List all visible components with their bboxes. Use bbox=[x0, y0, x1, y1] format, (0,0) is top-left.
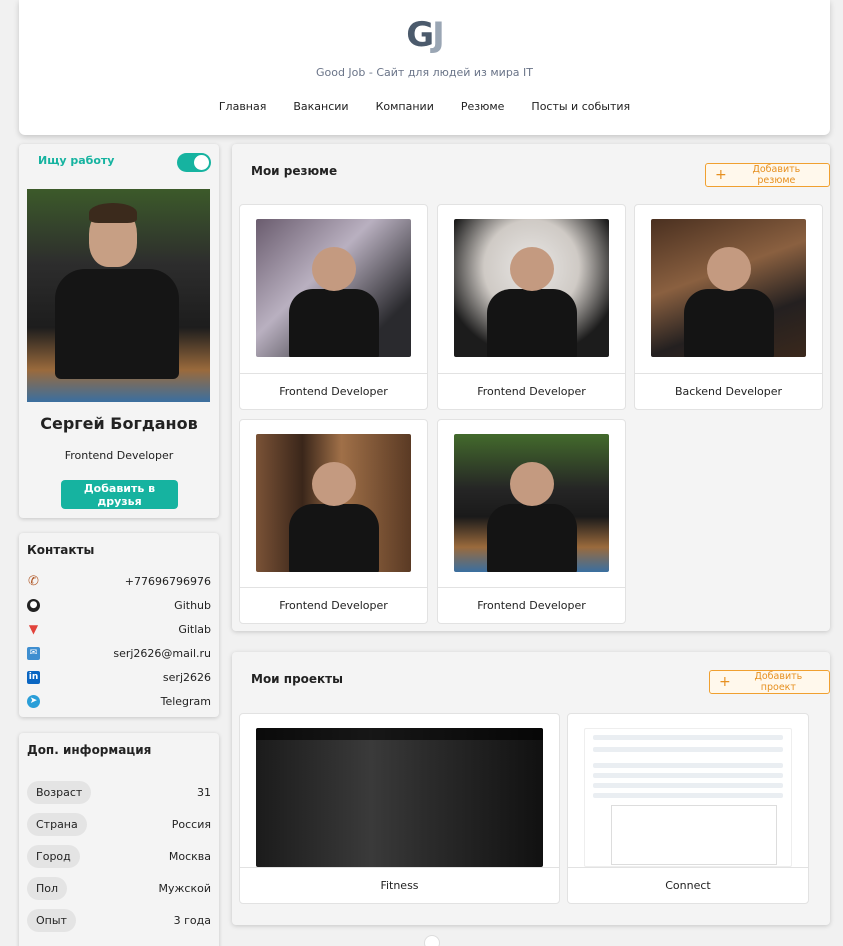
telegram-link[interactable]: Telegram bbox=[161, 695, 211, 708]
gitlab-icon: ▼ bbox=[28, 622, 39, 636]
nav-vacancies[interactable]: Вакансии bbox=[293, 100, 348, 113]
resume-title: Frontend Developer bbox=[438, 587, 625, 623]
avatar bbox=[27, 189, 210, 402]
project-screenshot bbox=[584, 728, 792, 867]
contact-telegram: ➤ Telegram bbox=[27, 693, 211, 709]
contact-linkedin: in serj2626 bbox=[27, 669, 211, 685]
resume-photo bbox=[454, 219, 609, 357]
add-friend-button[interactable]: Добавить в друзья bbox=[61, 480, 178, 509]
linkedin-link[interactable]: serj2626 bbox=[163, 671, 211, 684]
project-title: Fitness bbox=[240, 867, 559, 903]
site-header: GJ Good Job - Сайт для людей из мира IT … bbox=[19, 0, 830, 135]
info-value: 3 года bbox=[173, 913, 211, 927]
contact-github: ● Github bbox=[27, 597, 211, 613]
gitlab-link[interactable]: Gitlab bbox=[178, 623, 211, 636]
job-search-toggle[interactable] bbox=[177, 153, 211, 172]
contacts-card: Контакты ✆ +77696796976 ● Github ▼ Gitla… bbox=[19, 533, 219, 717]
info-label: Опыт bbox=[27, 908, 76, 932]
job-search-label: Ищу работу bbox=[38, 154, 115, 167]
info-value: Мужской bbox=[158, 881, 211, 895]
mail-link[interactable]: serj2626@mail.ru bbox=[113, 647, 211, 660]
mail-icon: ✉ bbox=[27, 646, 40, 660]
info-row-experience: Опыт 3 года bbox=[27, 908, 211, 932]
resumes-panel: Мои резюме + Добавить резюме Frontend De… bbox=[232, 144, 830, 631]
resume-photo bbox=[454, 434, 609, 572]
linkedin-icon: in bbox=[27, 670, 40, 684]
info-row-gender: Пол Мужской bbox=[27, 876, 211, 900]
phone-icon: ✆ bbox=[28, 573, 39, 589]
resume-card[interactable]: Frontend Developer bbox=[437, 204, 626, 410]
scroll-top-icon[interactable] bbox=[424, 935, 440, 946]
info-row-age: Возраст 31 bbox=[27, 780, 211, 804]
add-resume-button[interactable]: + Добавить резюме bbox=[705, 163, 830, 187]
resume-title: Frontend Developer bbox=[240, 587, 427, 623]
resume-title: Backend Developer bbox=[635, 373, 822, 409]
info-row-country: Страна Россия bbox=[27, 812, 211, 836]
resume-title: Frontend Developer bbox=[438, 373, 625, 409]
project-card[interactable]: Fitness bbox=[239, 713, 560, 904]
profile-position: Frontend Developer bbox=[64, 449, 174, 462]
projects-title: Мои проекты bbox=[251, 672, 343, 686]
nav-companies[interactable]: Компании bbox=[376, 100, 434, 113]
info-value: 31 bbox=[197, 785, 211, 799]
project-card[interactable]: Connect bbox=[567, 713, 809, 904]
plus-icon: + bbox=[719, 674, 731, 690]
info-title: Доп. информация bbox=[27, 743, 152, 757]
toggle-knob bbox=[194, 155, 209, 170]
nav-posts-events[interactable]: Посты и события bbox=[531, 100, 630, 113]
info-value: Москва bbox=[168, 849, 211, 863]
logo[interactable]: GJ bbox=[19, 16, 830, 54]
profile-card: Ищу работу Сергей Богданов Frontend Deve… bbox=[19, 144, 219, 518]
resume-card[interactable]: Frontend Developer bbox=[437, 419, 626, 624]
project-screenshot bbox=[256, 728, 543, 867]
resume-photo bbox=[256, 434, 411, 572]
contacts-title: Контакты bbox=[27, 543, 95, 557]
resume-card[interactable]: Backend Developer bbox=[634, 204, 823, 410]
nav-home[interactable]: Главная bbox=[219, 100, 267, 113]
contact-mail: ✉ serj2626@mail.ru bbox=[27, 645, 211, 661]
resume-card[interactable]: Frontend Developer bbox=[239, 204, 428, 410]
github-icon: ● bbox=[27, 598, 40, 612]
phone-link[interactable]: +77696796976 bbox=[125, 575, 211, 588]
contact-phone: ✆ +77696796976 bbox=[27, 573, 211, 589]
add-project-button[interactable]: + Добавить проект bbox=[709, 670, 830, 694]
tagline: Good Job - Сайт для людей из мира IT bbox=[315, 66, 534, 79]
info-label: Страна bbox=[27, 812, 87, 836]
info-value: Россия bbox=[171, 817, 211, 831]
resume-photo bbox=[651, 219, 806, 357]
resume-title: Frontend Developer bbox=[240, 373, 427, 409]
info-label: Возраст bbox=[27, 780, 92, 804]
resume-card[interactable]: Frontend Developer bbox=[239, 419, 428, 624]
info-label: Город bbox=[27, 844, 80, 868]
info-row-city: Город Москва bbox=[27, 844, 211, 868]
nav-resumes[interactable]: Резюме bbox=[461, 100, 505, 113]
project-title: Connect bbox=[568, 867, 808, 903]
projects-panel: Мои проекты + Добавить проект Fitness Co… bbox=[232, 652, 830, 925]
profile-name: Сергей Богданов bbox=[40, 414, 198, 433]
plus-icon: + bbox=[715, 167, 727, 183]
telegram-icon: ➤ bbox=[27, 694, 40, 708]
contact-gitlab: ▼ Gitlab bbox=[27, 621, 211, 637]
github-link[interactable]: Github bbox=[174, 599, 211, 612]
additional-info-card: Доп. информация Возраст 31 Страна Россия… bbox=[19, 733, 219, 946]
info-label: Пол bbox=[27, 876, 68, 900]
resumes-title: Мои резюме bbox=[251, 164, 338, 178]
main-nav: Главная Вакансии Компании Резюме Посты и… bbox=[19, 100, 830, 113]
resume-photo bbox=[256, 219, 411, 357]
